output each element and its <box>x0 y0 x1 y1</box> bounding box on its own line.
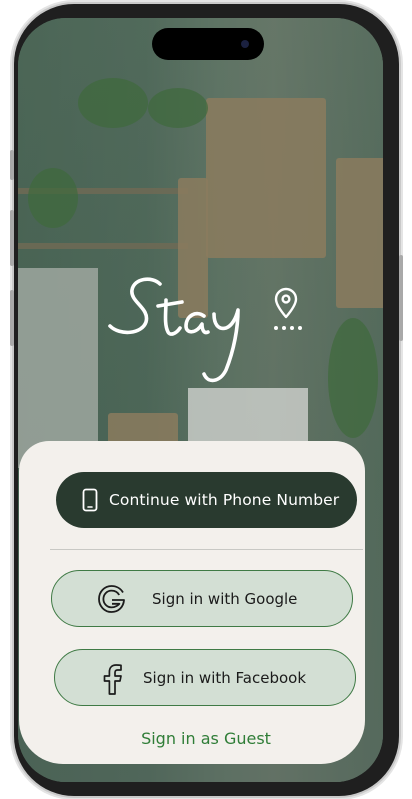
phone-icon <box>82 488 98 512</box>
silent-switch <box>10 150 14 180</box>
continue-with-phone-button[interactable]: Continue with Phone Number <box>56 472 357 528</box>
front-camera <box>241 40 249 48</box>
volume-up-button <box>10 210 14 266</box>
location-pin-icon <box>274 287 298 319</box>
sign-in-google-button[interactable]: Sign in with Google <box>51 570 353 627</box>
sign-in-guest-link[interactable]: Sign in as Guest <box>0 729 412 748</box>
facebook-icon <box>101 663 123 695</box>
power-button <box>399 255 403 341</box>
phone-button-label: Continue with Phone Number <box>109 491 340 509</box>
google-icon <box>96 584 128 614</box>
app-logo <box>104 270 309 400</box>
sign-in-facebook-button[interactable]: Sign in with Facebook <box>54 649 356 706</box>
divider <box>50 549 363 550</box>
google-button-label: Sign in with Google <box>152 589 298 608</box>
volume-down-button <box>10 290 14 346</box>
facebook-button-label: Sign in with Facebook <box>143 668 307 687</box>
